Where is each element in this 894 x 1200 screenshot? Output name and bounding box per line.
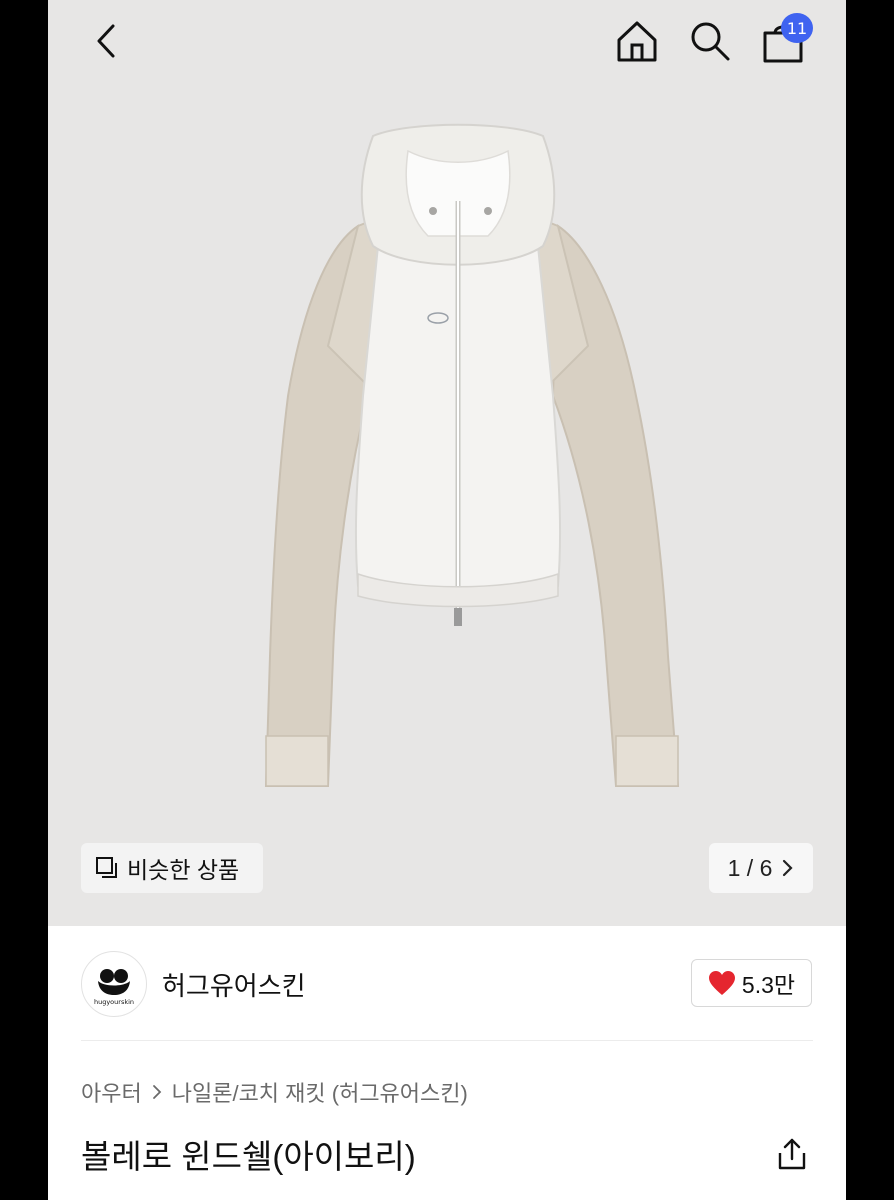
pager-text: 1 / 6 — [727, 854, 773, 881]
chevron-right-icon — [152, 1085, 162, 1099]
top-navigation-bar: 11 — [48, 0, 846, 90]
svg-text:hugyourskin: hugyourskin — [94, 998, 134, 1006]
search-button[interactable] — [686, 16, 734, 66]
product-title: 볼레로 윈드쉘(아이보리) — [81, 1138, 416, 1175]
breadcrumb-item-category[interactable]: 나일론/코치 재킷 (허그유어스킨) — [172, 1076, 468, 1108]
chevron-left-icon — [97, 24, 115, 58]
breadcrumb-item-outer[interactable]: 아우터 — [81, 1076, 142, 1108]
divider — [81, 1040, 813, 1041]
brand-name[interactable]: 허그유어스킨 — [162, 966, 306, 1003]
brand-logo[interactable]: hugyourskin — [81, 951, 147, 1017]
similar-items-label: 비슷한 상품 — [127, 857, 240, 883]
home-button[interactable] — [612, 16, 662, 66]
like-count: 5.3만 — [741, 972, 796, 998]
home-icon — [617, 21, 657, 62]
brand-logo-mark: hugyourskin — [94, 969, 134, 1006]
cart-count-badge: 11 — [781, 13, 813, 43]
like-button[interactable]: 5.3만 — [691, 959, 812, 1007]
similar-items-icon — [96, 857, 117, 878]
image-pager[interactable]: 1 / 6 — [709, 843, 813, 893]
back-button[interactable] — [84, 18, 128, 64]
product-image — [264, 123, 680, 787]
search-icon — [691, 22, 730, 61]
chevron-right-icon — [783, 859, 793, 877]
product-screen: 11 비슷한 상품 1 / 6 hugyourskin 허그유어스킨 5.3만 … — [48, 0, 846, 1200]
similar-items-button[interactable]: 비슷한 상품 — [81, 843, 263, 893]
brand-row: hugyourskin 허그유어스킨 5.3만 — [48, 926, 846, 1040]
breadcrumb: 아우터 나일론/코치 재킷 (허그유어스킨) — [81, 1076, 468, 1108]
share-button[interactable] — [770, 1132, 814, 1176]
heart-icon — [708, 971, 735, 995]
product-image-gallery[interactable]: 11 비슷한 상품 1 / 6 — [48, 0, 846, 926]
share-icon — [778, 1138, 806, 1170]
